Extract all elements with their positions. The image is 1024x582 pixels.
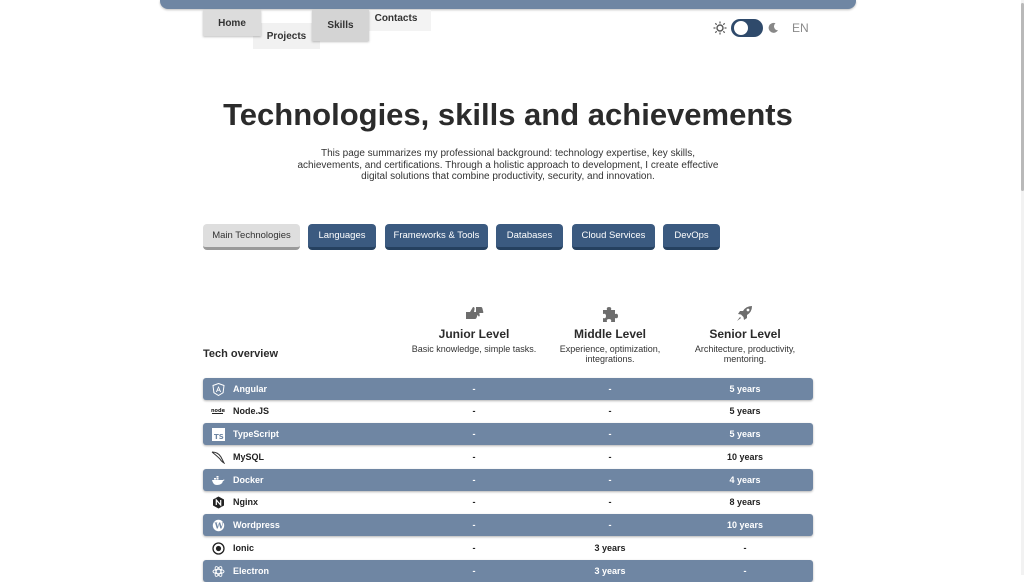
category-tab-label: Main Technologies <box>212 230 291 241</box>
junior-value: - <box>472 543 476 553</box>
tech-name: Angular <box>233 384 268 394</box>
nodejs-icon: node <box>211 404 225 418</box>
thumbs-icon <box>466 307 484 319</box>
category-tab-label: Frameworks & Tools <box>393 230 480 241</box>
tech-name: Nginx <box>233 497 259 507</box>
tech-name: Node.JS <box>233 406 270 416</box>
table-row: Electron - 3 years - <box>203 560 813 582</box>
tech-name: Wordpress <box>233 520 280 530</box>
ionic-icon <box>211 541 225 555</box>
puzzle-icon <box>603 307 618 322</box>
senior-value: - <box>743 543 747 553</box>
category-tab-main-technologies[interactable]: Main Technologies <box>203 224 300 250</box>
senior-value: 10 years <box>726 452 764 462</box>
table-row: Angular - - 5 years <box>203 378 813 400</box>
senior-value: 8 years <box>729 497 761 507</box>
page-title: Technologies, skills and achievements <box>223 97 793 132</box>
nav-contacts-label: Contacts <box>374 13 418 24</box>
category-tab-label: Languages <box>318 230 366 241</box>
junior-value: - <box>472 429 476 439</box>
tech-name: MySQL <box>233 452 265 462</box>
nav-tab-projects[interactable]: Projects <box>253 23 320 49</box>
nav-projects-label: Projects <box>266 31 307 42</box>
level-description: Architecture, productivity, mentoring. <box>694 344 796 364</box>
angular-icon <box>211 382 225 396</box>
middle-value: - <box>608 406 612 416</box>
level-description: Experience, optimization, integrations. <box>559 344 661 364</box>
wordpress-icon: W <box>211 518 225 532</box>
junior-value: - <box>472 497 476 507</box>
senior-value: 5 years <box>729 384 761 394</box>
moon-icon <box>768 22 778 33</box>
category-tab-cloud-services[interactable]: Cloud Services <box>572 224 655 250</box>
level-title: Junior Level <box>438 327 510 341</box>
table-row: Docker - - 4 years <box>203 469 813 491</box>
category-tab-devops[interactable]: DevOps <box>663 224 720 250</box>
toggle-knob <box>733 20 749 36</box>
nav-tab-contacts[interactable]: Contacts <box>361 10 431 31</box>
middle-value: - <box>608 384 612 394</box>
middle-value: - <box>608 452 612 462</box>
middle-value: 3 years <box>594 543 626 553</box>
theme-toggle[interactable] <box>731 19 763 37</box>
junior-value: - <box>472 475 476 485</box>
senior-value: 5 years <box>729 406 761 416</box>
typescript-icon: TS <box>211 427 225 441</box>
table-row: W Wordpress - - 10 years <box>203 514 813 536</box>
sun-icon <box>713 21 727 35</box>
senior-value: 10 years <box>726 520 764 530</box>
junior-value: - <box>472 384 476 394</box>
table-row: Ionic - 3 years - <box>203 537 813 559</box>
nav-tab-skills[interactable]: Skills <box>312 10 369 41</box>
table-row: Nginx - - 8 years <box>203 491 813 513</box>
level-header-middle: Middle Level Experience, optimization, i… <box>546 305 674 364</box>
tech-name: Ionic <box>233 543 255 553</box>
table-row: node Node.JS - - 5 years <box>203 400 813 422</box>
level-title: Senior Level <box>709 327 781 341</box>
mysql-icon <box>211 450 225 464</box>
category-tab-frameworks-tools[interactable]: Frameworks & Tools <box>385 224 488 250</box>
middle-value: - <box>608 497 612 507</box>
category-tab-label: DevOps <box>674 230 709 241</box>
middle-value: - <box>608 475 612 485</box>
level-description: Basic knowledge, simple tasks. <box>411 344 537 354</box>
svg-text:TS: TS <box>214 433 224 441</box>
middle-value: - <box>608 520 612 530</box>
category-tab-languages[interactable]: Languages <box>308 224 376 250</box>
category-tab-label: Databases <box>506 230 553 241</box>
nav-home-label: Home <box>218 17 246 29</box>
top-bar <box>160 0 856 9</box>
nav-tab-home[interactable]: Home <box>203 10 261 36</box>
nav-skills-label: Skills <box>327 20 354 31</box>
senior-value: 5 years <box>729 429 761 439</box>
table-row: TS TypeScript - - 5 years <box>203 423 813 445</box>
docker-icon <box>211 473 225 487</box>
tech-name: TypeScript <box>233 429 279 439</box>
senior-value: 4 years <box>729 475 761 485</box>
category-tab-databases[interactable]: Databases <box>496 224 563 250</box>
rocket-icon <box>737 306 752 321</box>
electron-icon <box>211 564 225 578</box>
junior-value: - <box>472 452 476 462</box>
table-row: MySQL - - 10 years <box>203 446 813 468</box>
nginx-icon <box>211 495 225 509</box>
tech-name: Docker <box>233 475 264 485</box>
page-intro: This page summarizes my professional bac… <box>297 148 719 182</box>
tech-overview-title: Tech overview <box>203 348 278 360</box>
svg-text:W: W <box>213 520 224 530</box>
junior-value: - <box>472 520 476 530</box>
category-tab-label: Cloud Services <box>581 230 646 241</box>
junior-value: - <box>472 406 476 416</box>
theme-switcher <box>713 18 779 38</box>
level-header-senior: Senior Level Architecture, productivity,… <box>681 305 809 364</box>
language-selector[interactable]: EN <box>792 21 809 35</box>
level-header-junior: Junior Level Basic knowledge, simple tas… <box>410 305 538 354</box>
middle-value: - <box>608 429 612 439</box>
level-title: Middle Level <box>573 327 647 341</box>
